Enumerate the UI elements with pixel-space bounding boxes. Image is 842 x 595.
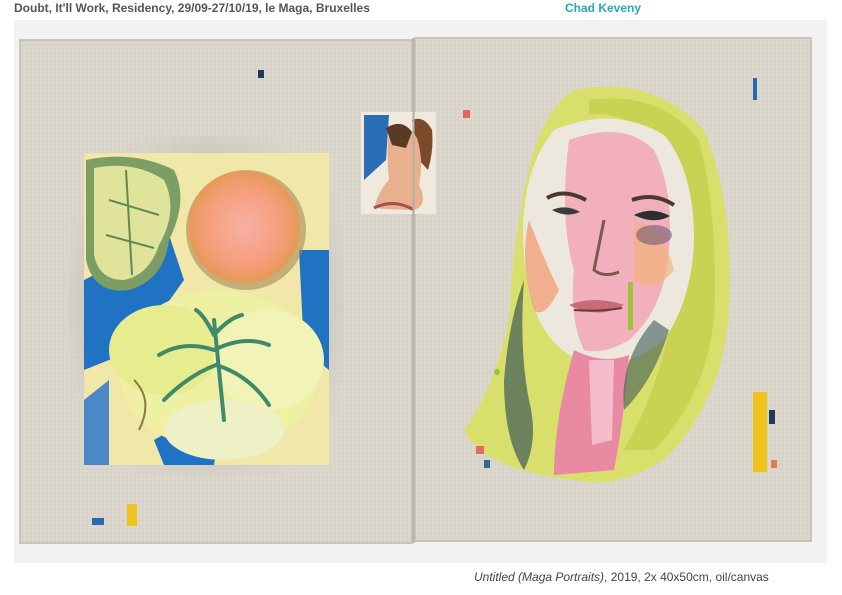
- small-figure-painting: [361, 112, 436, 214]
- exhibition-title: Doubt, It'll Work, Residency, 29/09-27/1…: [14, 1, 370, 15]
- diptych-painting-image: [14, 20, 827, 563]
- artwork-photo: [14, 20, 827, 563]
- artwork-details: , 2019, 2x 40x50cm, oil/canvas: [604, 570, 769, 584]
- artwork-title: Untitled (Maga Portraits): [474, 570, 605, 584]
- inner-still-life: [84, 153, 329, 465]
- right-canvas: [414, 37, 812, 542]
- left-canvas: [19, 39, 413, 544]
- artist-link[interactable]: Chad Keveny: [565, 1, 641, 15]
- artwork-caption: Untitled (Maga Portraits), 2019, 2x 40x5…: [474, 570, 769, 584]
